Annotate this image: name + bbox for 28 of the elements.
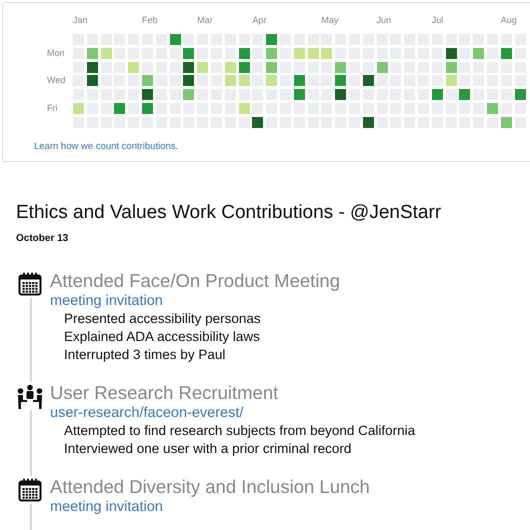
month-label: Mar xyxy=(197,15,213,25)
month-label: Aug xyxy=(500,15,517,25)
event-title: User Research Recruitment xyxy=(50,382,280,404)
event-link[interactable]: meeting invitation xyxy=(50,292,530,310)
month-label: Jan xyxy=(73,15,88,25)
calendar-icon xyxy=(18,478,42,502)
event-link[interactable]: user-research/faceon-everest/ xyxy=(50,404,530,422)
day-label: Mon xyxy=(46,48,66,59)
event-detail: Explained ADA accessibility laws xyxy=(64,328,261,346)
date-heading: October 13 xyxy=(16,233,70,244)
day-label: Wed xyxy=(46,75,66,86)
event-link[interactable]: meeting invitation xyxy=(50,498,530,516)
page-title: Ethics and Values Work Contributions - @JenStarr xyxy=(16,202,442,224)
calendar-icon xyxy=(18,272,42,296)
month-label: Jul xyxy=(432,15,444,25)
month-label: Jun xyxy=(376,15,392,25)
event-detail: Attempted to find research subjects from beyond California xyxy=(64,422,416,440)
event-detail: Presented accessibility personas xyxy=(64,310,262,328)
event-detail: Interviewed one user with a prior criminal record xyxy=(64,440,352,458)
event-detail: Interrupted 3 times by Paul xyxy=(64,346,226,364)
month-label: Apr xyxy=(252,15,266,25)
people-icon xyxy=(17,384,43,410)
day-label: Fri xyxy=(46,102,58,114)
learn-link[interactable]: Learn how we count contributions. xyxy=(34,140,178,152)
month-label: May xyxy=(321,15,338,25)
event-title: Attended Face/On Product Meeting xyxy=(50,270,342,292)
month-label: Feb xyxy=(142,15,158,25)
event-title: Attended Diversity and Inclusion Lunch xyxy=(50,476,371,498)
